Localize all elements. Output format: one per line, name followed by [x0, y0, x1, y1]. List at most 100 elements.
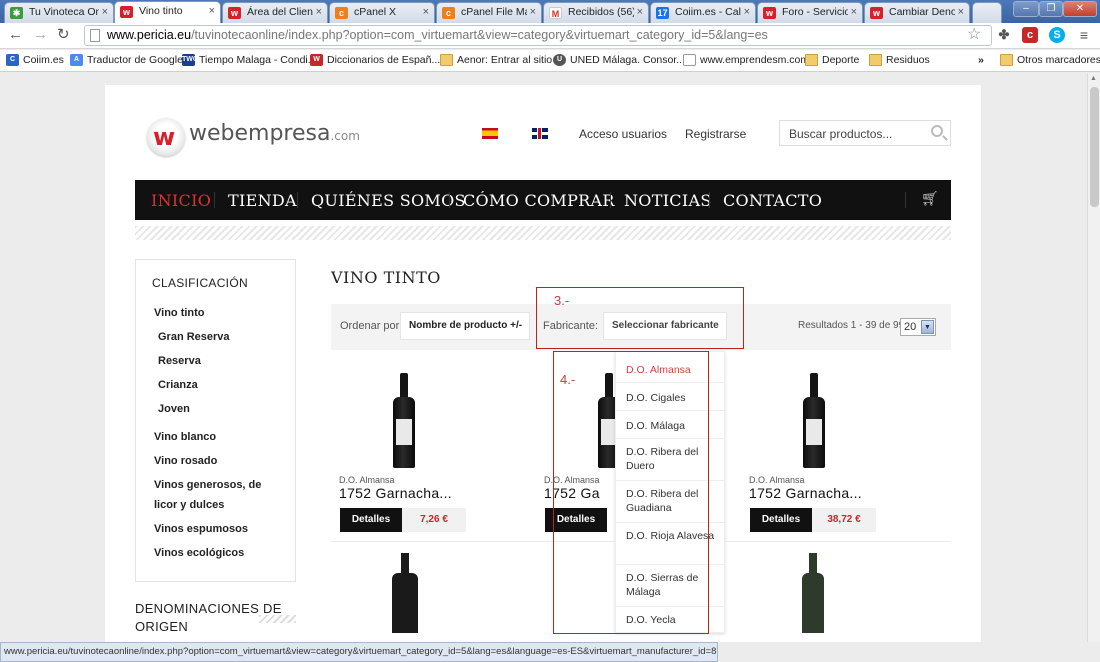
details-button[interactable]: Detalles	[340, 508, 402, 532]
other-bookmarks-folder[interactable]: Otros marcadores	[1000, 54, 1100, 66]
page-scrollbar[interactable]: ▲	[1087, 73, 1100, 642]
cart-icon[interactable]: 🛒︎	[921, 191, 939, 207]
url-path: /tuvinotecaonline/index.php?option=com_v…	[191, 28, 768, 42]
login-link[interactable]: Acceso usuarios	[579, 127, 667, 141]
skype-icon[interactable]: S	[1049, 27, 1065, 43]
bookmark-item[interactable]: W Diccionarios de Españ...	[310, 54, 440, 66]
close-tab-icon[interactable]: ×	[209, 5, 215, 17]
browser-tab[interactable]: w Foro - Servicio ×	[757, 2, 863, 23]
menu-item-tienda[interactable]: TIENDA	[228, 191, 297, 210]
sidebar-item-vinos-generosos-cont[interactable]: licor y dulces	[154, 495, 224, 515]
close-tab-icon[interactable]: ×	[744, 6, 750, 18]
sidebar-item-crianza[interactable]: Crianza	[158, 379, 198, 391]
product-category: D.O. Almansa	[339, 475, 395, 485]
close-tab-icon[interactable]: ×	[851, 6, 857, 18]
menu-separator	[297, 192, 298, 208]
close-tab-icon[interactable]: ×	[102, 6, 108, 18]
close-window-icon[interactable]: ✕	[1063, 1, 1097, 17]
per-page-select[interactable]: 20 ▼	[900, 318, 936, 336]
product-price: 38,72 €	[812, 508, 876, 532]
bookmark-folder[interactable]: Deporte	[805, 54, 859, 66]
sidebar-item-vinos-espumosos[interactable]: Vinos espumosos	[154, 519, 248, 539]
bookmark-item[interactable]: TWC Tiempo Malaga - Condi...	[182, 54, 317, 66]
extension-c-icon[interactable]: c	[1022, 27, 1038, 43]
chevron-down-icon[interactable]: ▼	[921, 320, 934, 334]
browser-tab[interactable]: M Recibidos (56) - ×	[543, 2, 649, 23]
browser-tab[interactable]: w Cambiar Denom ×	[864, 2, 970, 23]
reload-icon[interactable]: ↻	[57, 26, 70, 44]
sidebar-item-joven[interactable]: Joven	[158, 403, 190, 415]
gmail-icon: M	[549, 7, 562, 19]
menu-item-inicio[interactable]: INICIO	[151, 191, 211, 210]
minimize-icon[interactable]: –	[1013, 1, 1039, 17]
product-name[interactable]: 1752 Garnacha...	[339, 485, 519, 501]
english-flag-icon[interactable]	[532, 128, 548, 139]
sidebar-item-vino-rosado[interactable]: Vino rosado	[154, 451, 217, 471]
sidebar-item-reserva[interactable]: Reserva	[158, 355, 201, 367]
register-link[interactable]: Registrarse	[685, 127, 746, 141]
webempresa-logo-icon[interactable]: w	[147, 118, 185, 156]
browser-tab[interactable]: ✱ Tu Vinoteca Onl ×	[4, 2, 114, 23]
page-viewport: w webempresa.com Acceso usuarios Registr…	[0, 73, 1087, 642]
close-tab-icon[interactable]: ×	[423, 6, 429, 18]
product-name[interactable]: 1752 Garnacha...	[749, 485, 929, 501]
spanish-flag-icon[interactable]	[482, 128, 498, 139]
menu-item-contacto[interactable]: CONTACTO	[723, 191, 822, 210]
sidebar-item-gran-reserva[interactable]: Gran Reserva	[158, 331, 230, 343]
wine-bottle-image[interactable]	[393, 373, 415, 468]
browser-toolbar: ← → ↻ www.pericia.eu/tuvinotecaonline/in…	[0, 23, 1100, 49]
folder-icon	[440, 54, 453, 66]
address-bar[interactable]: www.pericia.eu/tuvinotecaonline/index.ph…	[84, 25, 992, 46]
close-tab-icon[interactable]: ×	[316, 6, 322, 18]
forward-arrow-icon[interactable]: →	[33, 26, 48, 44]
order-by-label: Ordenar por	[340, 320, 400, 332]
site-logo[interactable]: webempresa.com	[189, 121, 360, 146]
wine-bottle-image[interactable]	[392, 553, 418, 633]
bookmark-item[interactable]: Aenor: Entrar al sitio	[440, 54, 552, 66]
browser-tab[interactable]: c cPanel X ×	[329, 2, 435, 23]
folder-icon	[1000, 54, 1013, 66]
close-tab-icon[interactable]: ×	[958, 6, 964, 18]
bookmark-item[interactable]: www.emprendesm.com	[683, 54, 809, 66]
twc-icon: TWC	[182, 54, 198, 66]
browser-tab-active[interactable]: w Vino tinto ×	[114, 1, 221, 23]
product-category: D.O. Almansa	[749, 475, 805, 485]
back-arrow-icon[interactable]: ←	[8, 26, 23, 44]
wine-bottle-image[interactable]	[803, 373, 825, 468]
sidebar-item-vinos-ecologicos[interactable]: Vinos ecológicos	[154, 543, 244, 563]
cpanel-icon: c	[335, 7, 348, 19]
bookmark-item[interactable]: A Traductor de Google	[70, 54, 183, 66]
new-tab-button[interactable]	[972, 2, 1002, 23]
sidebar-item-vino-blanco[interactable]: Vino blanco	[154, 427, 216, 447]
details-button[interactable]: Detalles	[750, 508, 812, 532]
search-icon[interactable]	[931, 125, 943, 137]
close-tab-icon[interactable]: ×	[530, 6, 536, 18]
order-by-select[interactable]: Nombre de producto +/-	[400, 312, 530, 340]
joomla-icon: ✱	[10, 7, 23, 19]
scrollbar-thumb[interactable]	[1090, 87, 1099, 207]
menu-item-noticias[interactable]: NOTICIAS	[624, 191, 712, 210]
sidebar-item-vinos-generosos[interactable]: Vinos generosos, de	[154, 475, 261, 495]
bookmark-star-icon[interactable]: ☆	[967, 26, 981, 44]
browser-tab[interactable]: w Área del Client ×	[222, 2, 328, 23]
extension-puzzle-icon[interactable]: ✤	[996, 27, 1012, 43]
wine-bottle-image[interactable]	[802, 553, 824, 633]
search-input[interactable]: Buscar productos...	[779, 120, 951, 146]
annotation-box-4	[553, 351, 709, 634]
webempresa-icon: w	[120, 6, 133, 18]
sidebar-item-vino-tinto[interactable]: Vino tinto	[154, 303, 205, 323]
category-title: VINO TINTO	[331, 268, 441, 287]
more-bookmarks-chevron[interactable]: »	[978, 54, 984, 66]
scroll-up-icon[interactable]: ▲	[1090, 75, 1097, 82]
menu-item-como-comprar[interactable]: CÓMO COMPRAR	[463, 191, 615, 210]
sidebar-title: CLASIFICACIÓN	[152, 276, 248, 290]
close-tab-icon[interactable]: ×	[637, 6, 643, 18]
menu-wrench-icon[interactable]: ≡	[1076, 27, 1092, 43]
restore-icon[interactable]: ❐	[1039, 1, 1063, 17]
menu-item-quienes-somos[interactable]: QUIÉNES SOMOS	[311, 191, 466, 210]
bookmark-item[interactable]: U UNED Málaga. Consor...	[553, 54, 685, 66]
bookmark-folder[interactable]: Residuos	[869, 54, 930, 66]
bookmark-item[interactable]: C Coiim.es	[6, 54, 64, 66]
browser-tab[interactable]: 17 Coiim.es - Calen ×	[650, 2, 756, 23]
browser-tab[interactable]: c cPanel File Mana ×	[436, 2, 542, 23]
